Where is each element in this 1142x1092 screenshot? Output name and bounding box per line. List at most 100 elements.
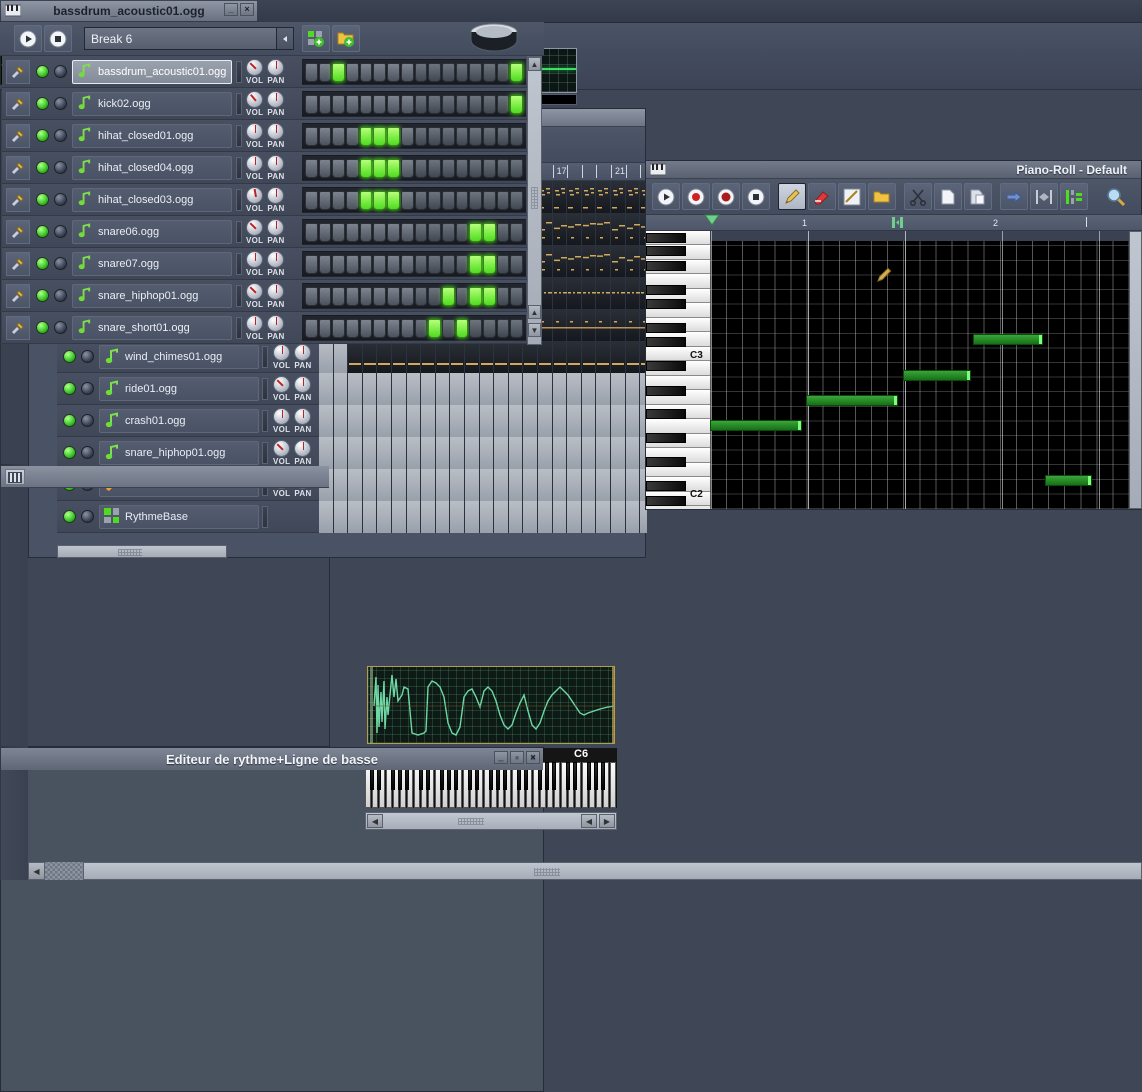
- pattern-cell[interactable]: [479, 405, 495, 437]
- rhythm-volume-knob[interactable]: [246, 59, 263, 76]
- rhythm-solo-led[interactable]: [54, 193, 67, 206]
- pattern-cell[interactable]: [333, 437, 349, 469]
- step-button[interactable]: [482, 222, 496, 242]
- pattern-cell[interactable]: [611, 309, 626, 341]
- track-pan-knob[interactable]: [294, 344, 312, 361]
- step-button[interactable]: [510, 158, 523, 178]
- track-solo-led[interactable]: [81, 446, 94, 459]
- step-button[interactable]: [359, 222, 373, 242]
- step-button[interactable]: [469, 190, 482, 210]
- pattern-cell[interactable]: [406, 341, 422, 373]
- pattern-cell[interactable]: [421, 373, 436, 405]
- step-button[interactable]: [441, 94, 455, 114]
- maximize-button[interactable]: ▫: [510, 751, 524, 764]
- track-solo-led[interactable]: [81, 382, 94, 395]
- pattern-cell[interactable]: [611, 245, 626, 277]
- pattern-cell[interactable]: [523, 501, 538, 533]
- rhythm-volume-knob[interactable]: [246, 219, 263, 236]
- step-button[interactable]: [318, 318, 332, 338]
- pattern-cell[interactable]: [581, 501, 597, 533]
- pattern-cell[interactable]: [567, 309, 583, 341]
- pattern-cell[interactable]: [538, 437, 553, 469]
- pattern-cell[interactable]: [611, 469, 626, 501]
- step-button[interactable]: [469, 318, 482, 338]
- piano-black-key[interactable]: [646, 386, 686, 396]
- rhythm-pan-knob[interactable]: [267, 187, 285, 204]
- pattern-cell[interactable]: [348, 373, 363, 405]
- pattern-cell[interactable]: [465, 373, 480, 405]
- close-button[interactable]: ×: [526, 751, 540, 764]
- step-button[interactable]: [469, 62, 482, 82]
- pattern-cell[interactable]: [508, 341, 524, 373]
- pattern-cell[interactable]: [494, 501, 509, 533]
- rhythm-pan-knob[interactable]: [267, 283, 285, 300]
- track-row[interactable]: RythmeBase: [57, 501, 319, 533]
- pattern-cell[interactable]: [567, 405, 582, 437]
- step-button[interactable]: [428, 158, 441, 178]
- pattern-cell[interactable]: [625, 213, 641, 245]
- cut-button[interactable]: [904, 183, 932, 210]
- step-button[interactable]: [469, 126, 482, 146]
- mixer-icon[interactable]: [5, 469, 25, 485]
- rhythm-mute-led[interactable]: [36, 193, 49, 206]
- step-button[interactable]: [510, 286, 523, 306]
- step-button[interactable]: [318, 158, 332, 178]
- step-button[interactable]: [305, 254, 318, 274]
- step-button[interactable]: [359, 62, 373, 82]
- rhythm-mute-led[interactable]: [36, 257, 49, 270]
- add-beat-bassline-button[interactable]: [302, 25, 330, 52]
- pattern-cell[interactable]: [435, 405, 451, 437]
- step-button[interactable]: [496, 94, 510, 114]
- pattern-cell[interactable]: [406, 501, 422, 533]
- step-button[interactable]: [387, 286, 400, 306]
- plugin-black-key[interactable]: [572, 762, 578, 790]
- piano-black-key[interactable]: [646, 457, 686, 467]
- pattern-cell[interactable]: [479, 373, 495, 405]
- pattern-cell[interactable]: [611, 437, 626, 469]
- pattern-cell[interactable]: [581, 405, 597, 437]
- step-button[interactable]: [346, 158, 359, 178]
- pattern-cell[interactable]: [319, 341, 334, 373]
- pattern-cell[interactable]: [567, 373, 582, 405]
- track-level-strip[interactable]: [262, 442, 268, 464]
- rhythm-solo-led[interactable]: [54, 97, 67, 110]
- step-button[interactable]: [441, 126, 455, 146]
- step-button[interactable]: [414, 94, 428, 114]
- pattern-cell[interactable]: [581, 437, 597, 469]
- rhythm-mute-led[interactable]: [36, 97, 49, 110]
- step-button[interactable]: [469, 94, 482, 114]
- pattern-cell[interactable]: [377, 469, 392, 501]
- piano-black-key[interactable]: [646, 285, 686, 295]
- pattern-cell[interactable]: [392, 405, 407, 437]
- track-settings-icon[interactable]: [6, 316, 30, 340]
- pattern-cell[interactable]: [450, 341, 465, 373]
- step-button[interactable]: [455, 62, 469, 82]
- step-button[interactable]: [359, 94, 373, 114]
- step-button[interactable]: [414, 254, 428, 274]
- pattern-cell[interactable]: [406, 373, 422, 405]
- step-button[interactable]: [373, 222, 387, 242]
- pattern-cell[interactable]: [319, 405, 334, 437]
- pattern-cell[interactable]: [581, 277, 597, 309]
- step-button[interactable]: [441, 254, 455, 274]
- piano-black-key[interactable]: [646, 337, 686, 347]
- rhythm-track-row[interactable]: bassdrum_acoustic01.ogg VOL PAN: [2, 56, 542, 88]
- rhythm-level-strip[interactable]: [236, 125, 242, 147]
- rhythm-solo-led[interactable]: [54, 129, 67, 142]
- track-settings-icon[interactable]: [6, 124, 30, 148]
- pattern-cell[interactable]: [392, 341, 407, 373]
- scroll-down-button[interactable]: ▼: [528, 323, 541, 337]
- track-solo-led[interactable]: [81, 414, 94, 427]
- pattern-cell[interactable]: [435, 469, 451, 501]
- rhythm-track-row[interactable]: snare06.ogg VOL PAN: [2, 216, 542, 248]
- pattern-cell[interactable]: [523, 437, 538, 469]
- pattern-cell[interactable]: [450, 437, 465, 469]
- pattern-cell[interactable]: [435, 373, 451, 405]
- step-button[interactable]: [414, 62, 428, 82]
- step-button[interactable]: [469, 286, 482, 306]
- pattern-cell[interactable]: [552, 213, 568, 245]
- piano-roll-grid[interactable]: [710, 231, 1142, 509]
- plugin-white-key[interactable]: [610, 762, 617, 808]
- rhythm-track-name-box[interactable]: hihat_closed01.ogg: [72, 124, 232, 148]
- step-button[interactable]: [414, 158, 428, 178]
